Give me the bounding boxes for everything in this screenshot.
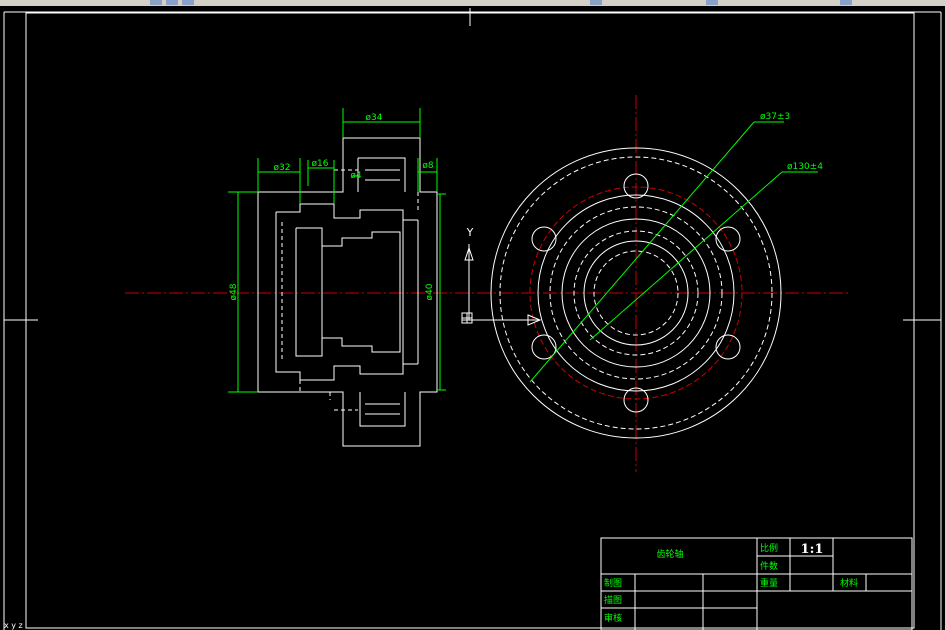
ucs-y-label: Y xyxy=(466,226,474,239)
dim-right-small: ø8 xyxy=(422,161,434,171)
title-block-text: 齿轮轴 比例 1:1 件数 制图 重量 材料 描图 审核 xyxy=(604,542,858,624)
dim-small-mid: ø4 xyxy=(350,171,362,181)
scale-value: 1:1 xyxy=(801,542,824,557)
toolbar-icon[interactable] xyxy=(150,0,162,5)
dim-middle-step: ø16 xyxy=(312,159,329,169)
toolbar-icon[interactable] xyxy=(590,0,602,5)
coordinate-readout: x y z xyxy=(4,621,23,630)
toolbar-icon[interactable] xyxy=(182,0,194,5)
leader-label-1: ø37±3 xyxy=(760,112,790,122)
scale-label: 比例 xyxy=(760,542,778,554)
quantity-label: 件数 xyxy=(760,560,778,572)
drawn-label: 制图 xyxy=(604,577,622,589)
reviewed-label: 审核 xyxy=(604,612,622,624)
ucs-icon xyxy=(461,244,542,326)
toolbar-icon[interactable] xyxy=(706,0,718,5)
centerlines xyxy=(125,95,848,472)
part-name: 齿轮轴 xyxy=(656,548,683,560)
section-view xyxy=(257,137,438,447)
dimensions xyxy=(228,108,446,393)
leader-label-2: ø130±4 xyxy=(787,162,823,172)
weight-label: 重量 xyxy=(760,577,778,589)
dim-right-height: ø40 xyxy=(425,283,435,300)
material-label: 材料 xyxy=(840,577,858,589)
dimension-texts: ø34 ø32 ø16 ø8 ø4 ø48 ø40 xyxy=(229,113,435,300)
checked-label: 描图 xyxy=(604,594,622,606)
title-block xyxy=(600,537,913,630)
dim-top-width: ø34 xyxy=(366,113,383,123)
drawing-canvas[interactable]: ø34 ø32 ø16 ø8 ø4 ø48 ø40 Y ø37±3 ø130±4… xyxy=(0,6,945,630)
toolbar-icon[interactable] xyxy=(840,0,852,5)
dim-left-height: ø48 xyxy=(229,283,239,300)
dim-left-step: ø32 xyxy=(274,163,291,173)
toolbar-icon[interactable] xyxy=(166,0,178,5)
